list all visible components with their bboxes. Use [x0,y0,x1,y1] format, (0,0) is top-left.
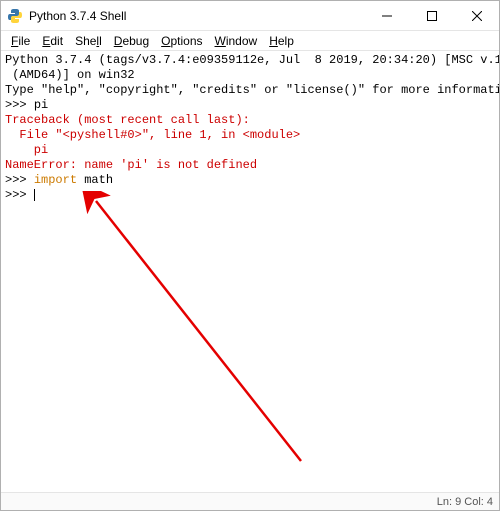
shell-content[interactable]: Python 3.7.4 (tags/v3.7.4:e09359112e, Ju… [1,51,499,492]
menu-file[interactable]: File [5,33,36,49]
menu-window[interactable]: Window [209,33,264,49]
menu-options[interactable]: Options [155,33,208,49]
prompt: >>> [5,188,34,202]
user-input: pi [34,98,48,112]
traceback-line: File "<pyshell#0>", line 1, in <module> [5,128,300,142]
prompt: >>> [5,173,34,187]
traceback-line: pi [5,143,48,157]
titlebar[interactable]: Python 3.7.4 Shell [1,1,499,31]
menubar: File Edit Shell Debug Options Window Hel… [1,31,499,51]
app-window: Python 3.7.4 Shell File Edit Shell Debug… [0,0,500,511]
menu-shell[interactable]: Shell [69,33,108,49]
maximize-button[interactable] [409,1,454,30]
error-line: NameError: name 'pi' is not defined [5,158,257,172]
traceback-line: Traceback (most recent call last): [5,113,250,127]
close-button[interactable] [454,1,499,30]
annotation-arrow [71,191,321,471]
window-controls [364,1,499,30]
minimize-button[interactable] [364,1,409,30]
keyword: import [34,173,77,187]
menu-edit[interactable]: Edit [36,33,69,49]
menu-debug[interactable]: Debug [108,33,155,49]
text-cursor [34,189,35,201]
window-title: Python 3.7.4 Shell [29,9,364,23]
python-icon [7,8,23,24]
banner-line: (AMD64)] on win32 [5,68,135,82]
banner-line: Type "help", "copyright", "credits" or "… [5,83,499,97]
statusbar: Ln: 9 Col: 4 [1,492,499,510]
prompt: >>> [5,98,34,112]
user-input: math [77,173,113,187]
banner-line: Python 3.7.4 (tags/v3.7.4:e09359112e, Ju… [5,53,499,67]
cursor-position: Ln: 9 Col: 4 [437,496,493,508]
menu-help[interactable]: Help [263,33,300,49]
